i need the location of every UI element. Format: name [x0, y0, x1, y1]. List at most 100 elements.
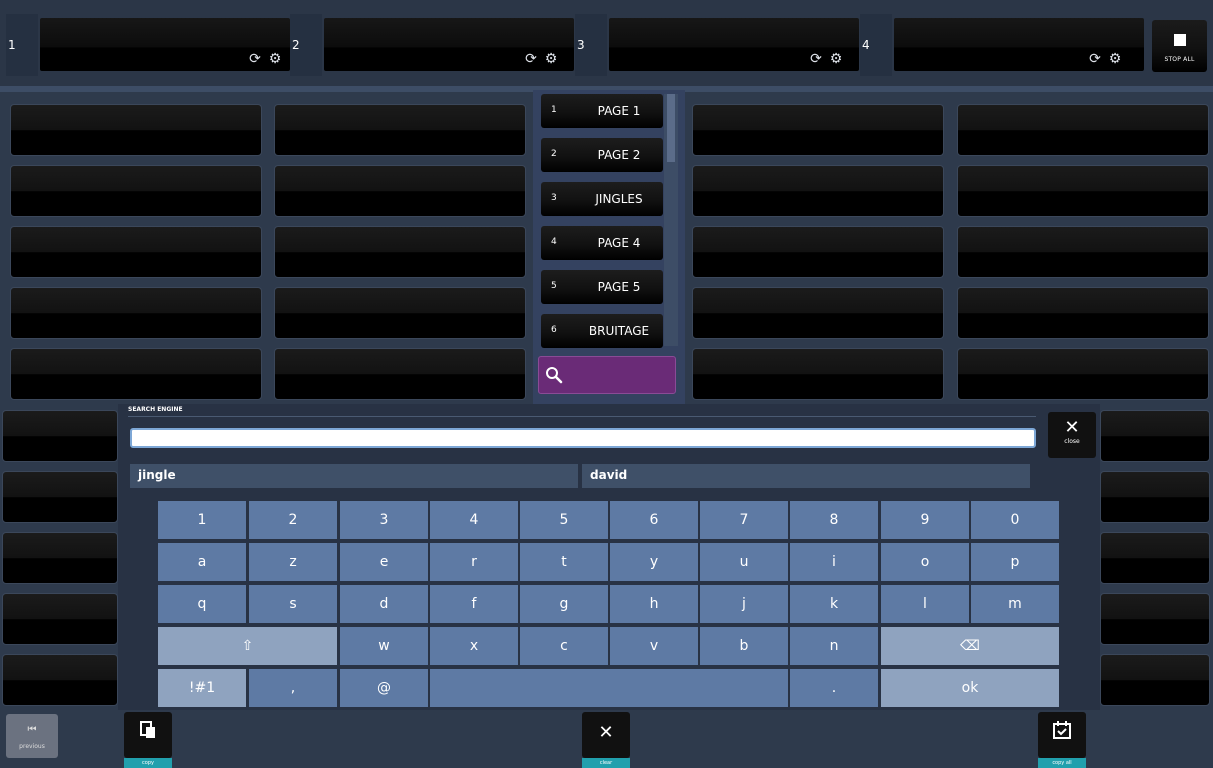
pad[interactable]: [692, 287, 944, 339]
key[interactable]: p: [971, 543, 1059, 581]
pad[interactable]: [692, 348, 944, 400]
pad[interactable]: [2, 532, 118, 584]
space-key[interactable]: [430, 669, 788, 707]
gear-icon[interactable]: ⚙: [268, 52, 282, 66]
key[interactable]: 1: [158, 501, 246, 539]
pad[interactable]: [2, 410, 118, 462]
key[interactable]: 5: [520, 501, 608, 539]
key[interactable]: x: [430, 627, 518, 665]
page-button-5[interactable]: 5 PAGE 5: [541, 270, 663, 304]
key[interactable]: w: [340, 627, 428, 665]
key[interactable]: k: [790, 585, 878, 623]
key[interactable]: q: [158, 585, 246, 623]
key[interactable]: f: [430, 585, 518, 623]
suggestion-item[interactable]: david: [582, 464, 1030, 488]
pad[interactable]: [10, 287, 262, 339]
pad[interactable]: [10, 165, 262, 217]
search-button[interactable]: [538, 356, 676, 394]
key[interactable]: y: [610, 543, 698, 581]
key[interactable]: 4: [430, 501, 518, 539]
key[interactable]: ,: [249, 669, 337, 707]
key[interactable]: t: [520, 543, 608, 581]
key[interactable]: c: [520, 627, 608, 665]
clear-button[interactable]: ✕ clear: [582, 712, 630, 768]
close-button[interactable]: ✕ close: [1048, 412, 1096, 458]
pad[interactable]: [692, 104, 944, 156]
pad[interactable]: [2, 593, 118, 645]
key[interactable]: u: [700, 543, 788, 581]
key[interactable]: b: [700, 627, 788, 665]
pad[interactable]: [274, 287, 526, 339]
pad[interactable]: [274, 165, 526, 217]
pad[interactable]: [274, 348, 526, 400]
refresh-icon[interactable]: ⟳: [1088, 52, 1102, 66]
pad[interactable]: [957, 165, 1209, 217]
pad[interactable]: [1100, 532, 1210, 584]
key[interactable]: @: [340, 669, 428, 707]
pad[interactable]: [2, 654, 118, 706]
pad[interactable]: [957, 348, 1209, 400]
pages-scrollbar[interactable]: [664, 94, 678, 346]
key[interactable]: 2: [249, 501, 337, 539]
key[interactable]: r: [430, 543, 518, 581]
key[interactable]: n: [790, 627, 878, 665]
page-button-1[interactable]: 1 PAGE 1: [541, 94, 663, 128]
pad[interactable]: [1100, 654, 1210, 706]
pad[interactable]: [1100, 471, 1210, 523]
key[interactable]: 3: [340, 501, 428, 539]
refresh-icon[interactable]: ⟳: [524, 52, 538, 66]
gear-icon[interactable]: ⚙: [829, 52, 843, 66]
page-button-2[interactable]: 2 PAGE 2: [541, 138, 663, 172]
previous-button[interactable]: ⏮ previous: [6, 714, 58, 758]
key[interactable]: v: [610, 627, 698, 665]
gear-icon[interactable]: ⚙: [1108, 52, 1122, 66]
pad[interactable]: [274, 226, 526, 278]
search-input[interactable]: [130, 428, 1036, 448]
page-button-6[interactable]: 6 BRUITAGE: [541, 314, 663, 348]
key[interactable]: z: [249, 543, 337, 581]
scrollbar-thumb[interactable]: [667, 94, 675, 162]
backspace-key[interactable]: ⌫: [881, 627, 1059, 665]
key[interactable]: 0: [971, 501, 1059, 539]
key[interactable]: m: [971, 585, 1059, 623]
key[interactable]: h: [610, 585, 698, 623]
pad[interactable]: [1100, 593, 1210, 645]
key[interactable]: a: [158, 543, 246, 581]
key[interactable]: o: [881, 543, 969, 581]
key[interactable]: i: [790, 543, 878, 581]
key[interactable]: s: [249, 585, 337, 623]
key[interactable]: l: [881, 585, 969, 623]
key[interactable]: 9: [881, 501, 969, 539]
pad[interactable]: [957, 287, 1209, 339]
key[interactable]: d: [340, 585, 428, 623]
key[interactable]: e: [340, 543, 428, 581]
player-display[interactable]: [894, 18, 1144, 71]
gear-icon[interactable]: ⚙: [544, 52, 558, 66]
pad[interactable]: [10, 226, 262, 278]
ok-key[interactable]: ok: [881, 669, 1059, 707]
shift-key[interactable]: ⇧: [158, 627, 337, 665]
copy-all-button[interactable]: copy all: [1038, 712, 1086, 768]
stop-all-button[interactable]: STOP ALL: [1152, 20, 1207, 72]
symbols-key[interactable]: !#1: [158, 669, 246, 707]
suggestion-item[interactable]: jingle: [130, 464, 578, 488]
refresh-icon[interactable]: ⟳: [248, 52, 262, 66]
key[interactable]: 8: [790, 501, 878, 539]
copy-button[interactable]: copy: [124, 712, 172, 768]
refresh-icon[interactable]: ⟳: [809, 52, 823, 66]
page-button-4[interactable]: 4 PAGE 4: [541, 226, 663, 260]
pad[interactable]: [957, 104, 1209, 156]
pad[interactable]: [10, 104, 262, 156]
pad[interactable]: [1100, 410, 1210, 462]
pad[interactable]: [957, 226, 1209, 278]
pad[interactable]: [10, 348, 262, 400]
key[interactable]: g: [520, 585, 608, 623]
pad[interactable]: [2, 471, 118, 523]
key[interactable]: 6: [610, 501, 698, 539]
pad[interactable]: [692, 165, 944, 217]
pad[interactable]: [274, 104, 526, 156]
key[interactable]: .: [790, 669, 878, 707]
page-button-3[interactable]: 3 JINGLES: [541, 182, 663, 216]
key[interactable]: 7: [700, 501, 788, 539]
pad[interactable]: [692, 226, 944, 278]
